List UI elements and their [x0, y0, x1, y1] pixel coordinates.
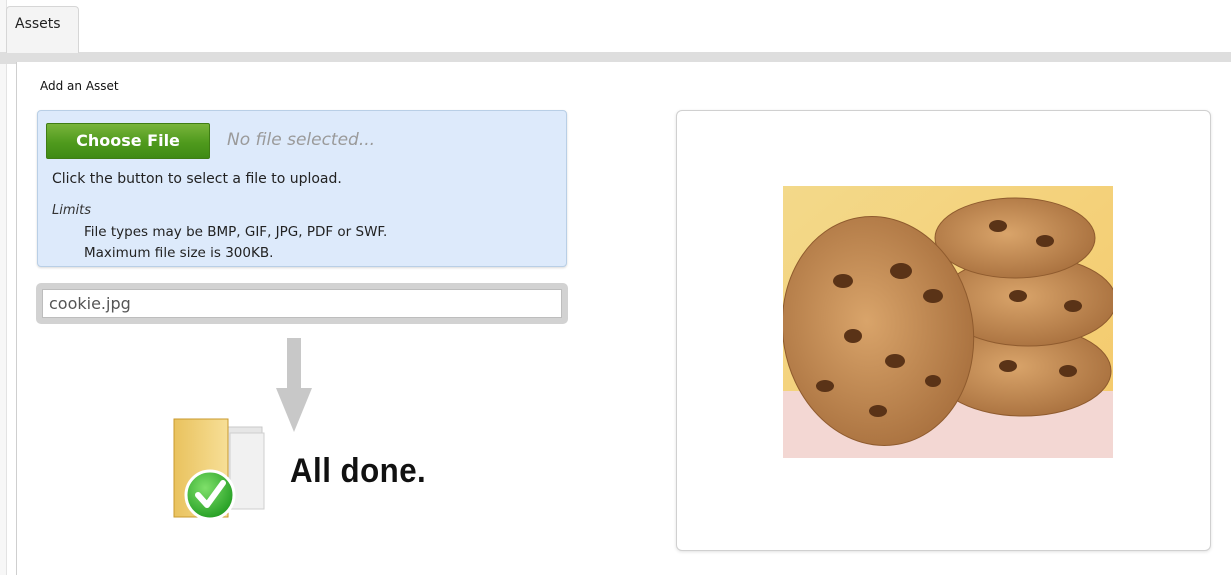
image-preview-panel	[676, 110, 1211, 551]
tab-assets-label: Assets	[15, 16, 61, 32]
left-gutter	[0, 0, 7, 575]
file-name-field[interactable]	[42, 289, 562, 318]
down-arrow-icon	[276, 338, 312, 432]
limit-file-size: Maximum file size is 300KB.	[84, 245, 274, 261]
upload-box: Choose File No file selected... Click th…	[37, 110, 567, 267]
choose-file-button[interactable]: Choose File	[46, 123, 210, 159]
all-done-label: All done.	[290, 452, 427, 490]
folder-check-icon	[173, 418, 265, 521]
limit-file-types: File types may be BMP, GIF, JPG, PDF or …	[84, 224, 388, 240]
cookie-photo	[783, 186, 1113, 458]
tab-assets[interactable]: Assets	[6, 6, 79, 53]
file-name-field-wrapper	[36, 283, 568, 324]
limits-title: Limits	[52, 203, 91, 218]
upload-help-text: Click the button to select a file to upl…	[52, 171, 342, 187]
no-file-selected-label: No file selected...	[227, 130, 376, 150]
section-title: Add an Asset	[40, 79, 119, 93]
